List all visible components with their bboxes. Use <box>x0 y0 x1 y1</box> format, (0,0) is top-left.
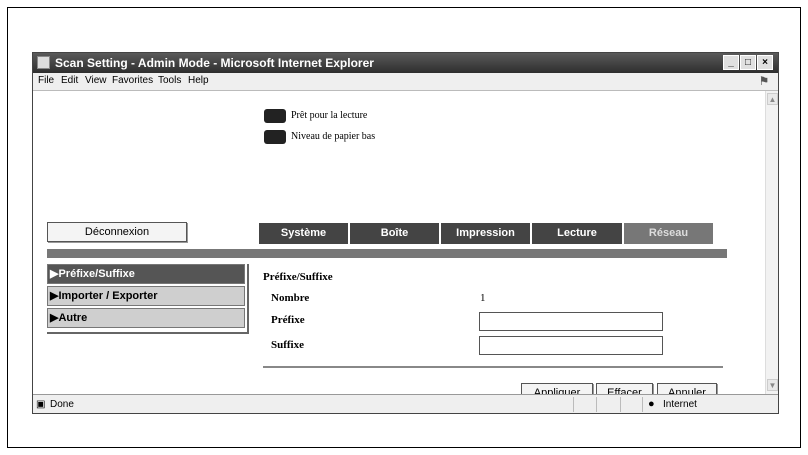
menu-file[interactable]: File <box>38 75 54 86</box>
scanner-ready-icon <box>264 109 286 123</box>
tab-reseau[interactable]: Réseau <box>624 223 715 244</box>
tab-underline-bar <box>47 249 727 258</box>
page-done-icon: ▣ <box>36 399 46 410</box>
sidebar-item-prefix-suffix[interactable]: ▶Préfixe/Suffixe <box>47 264 245 284</box>
sidebar-item-other[interactable]: ▶Autre <box>47 308 245 328</box>
sidebar-vertical-divider <box>247 264 249 334</box>
sidebar-item-import-export[interactable]: ▶Importer / Exporter <box>47 286 245 306</box>
vertical-scrollbar[interactable]: ▲ ▼ <box>765 91 778 394</box>
tab-boite[interactable]: Boîte <box>350 223 441 244</box>
security-zone: Internet <box>663 399 697 410</box>
title-bar: Scan Setting - Admin Mode - Microsoft In… <box>33 53 778 73</box>
window-title: Scan Setting - Admin Mode - Microsoft In… <box>55 56 374 70</box>
menu-tools[interactable]: Tools <box>158 75 181 86</box>
number-value: 1 <box>480 292 486 304</box>
menu-favorites[interactable]: Favorites <box>112 75 153 86</box>
close-button[interactable]: × <box>757 55 773 70</box>
minimize-button[interactable]: _ <box>723 55 739 70</box>
page-content: Prêt pour la lecture Niveau de papier ba… <box>33 91 765 403</box>
prefix-input[interactable] <box>479 312 663 331</box>
number-label: Nombre <box>271 292 310 304</box>
maximize-button[interactable]: □ <box>740 55 756 70</box>
status-separator <box>642 397 643 412</box>
paper-low-icon <box>264 130 286 144</box>
status-bar: ▣ Done ● Internet <box>33 394 778 413</box>
logout-button[interactable]: Déconnexion <box>47 222 187 242</box>
status-ready: Prêt pour la lecture <box>291 110 368 121</box>
ie-logo-icon: ⚑ <box>758 74 770 88</box>
tab-impression[interactable]: Impression <box>441 223 532 244</box>
status-separator <box>573 397 574 412</box>
prefix-label: Préfixe <box>271 314 305 326</box>
form-divider <box>263 366 723 368</box>
globe-icon: ● <box>648 398 655 410</box>
menu-view[interactable]: View <box>85 75 107 86</box>
scroll-down-icon[interactable]: ▼ <box>767 379 778 391</box>
sidebar-divider <box>47 332 247 334</box>
tab-lecture[interactable]: Lecture <box>532 223 624 244</box>
suffix-input[interactable] <box>479 336 663 355</box>
browser-window: Scan Setting - Admin Mode - Microsoft In… <box>32 52 779 414</box>
status-separator <box>596 397 597 412</box>
status-paper-low: Niveau de papier bas <box>291 131 376 142</box>
menu-help[interactable]: Help <box>188 75 209 86</box>
status-text: Done <box>50 399 74 410</box>
menu-bar: File Edit View Favorites Tools Help ⚑ <box>33 73 778 91</box>
tab-systeme[interactable]: Système <box>259 223 350 244</box>
app-icon <box>37 56 50 69</box>
scroll-up-icon[interactable]: ▲ <box>767 93 778 105</box>
status-separator <box>620 397 621 412</box>
suffix-label: Suffixe <box>271 339 304 351</box>
section-title: Préfixe/Suffixe <box>263 271 333 283</box>
menu-edit[interactable]: Edit <box>61 75 78 86</box>
